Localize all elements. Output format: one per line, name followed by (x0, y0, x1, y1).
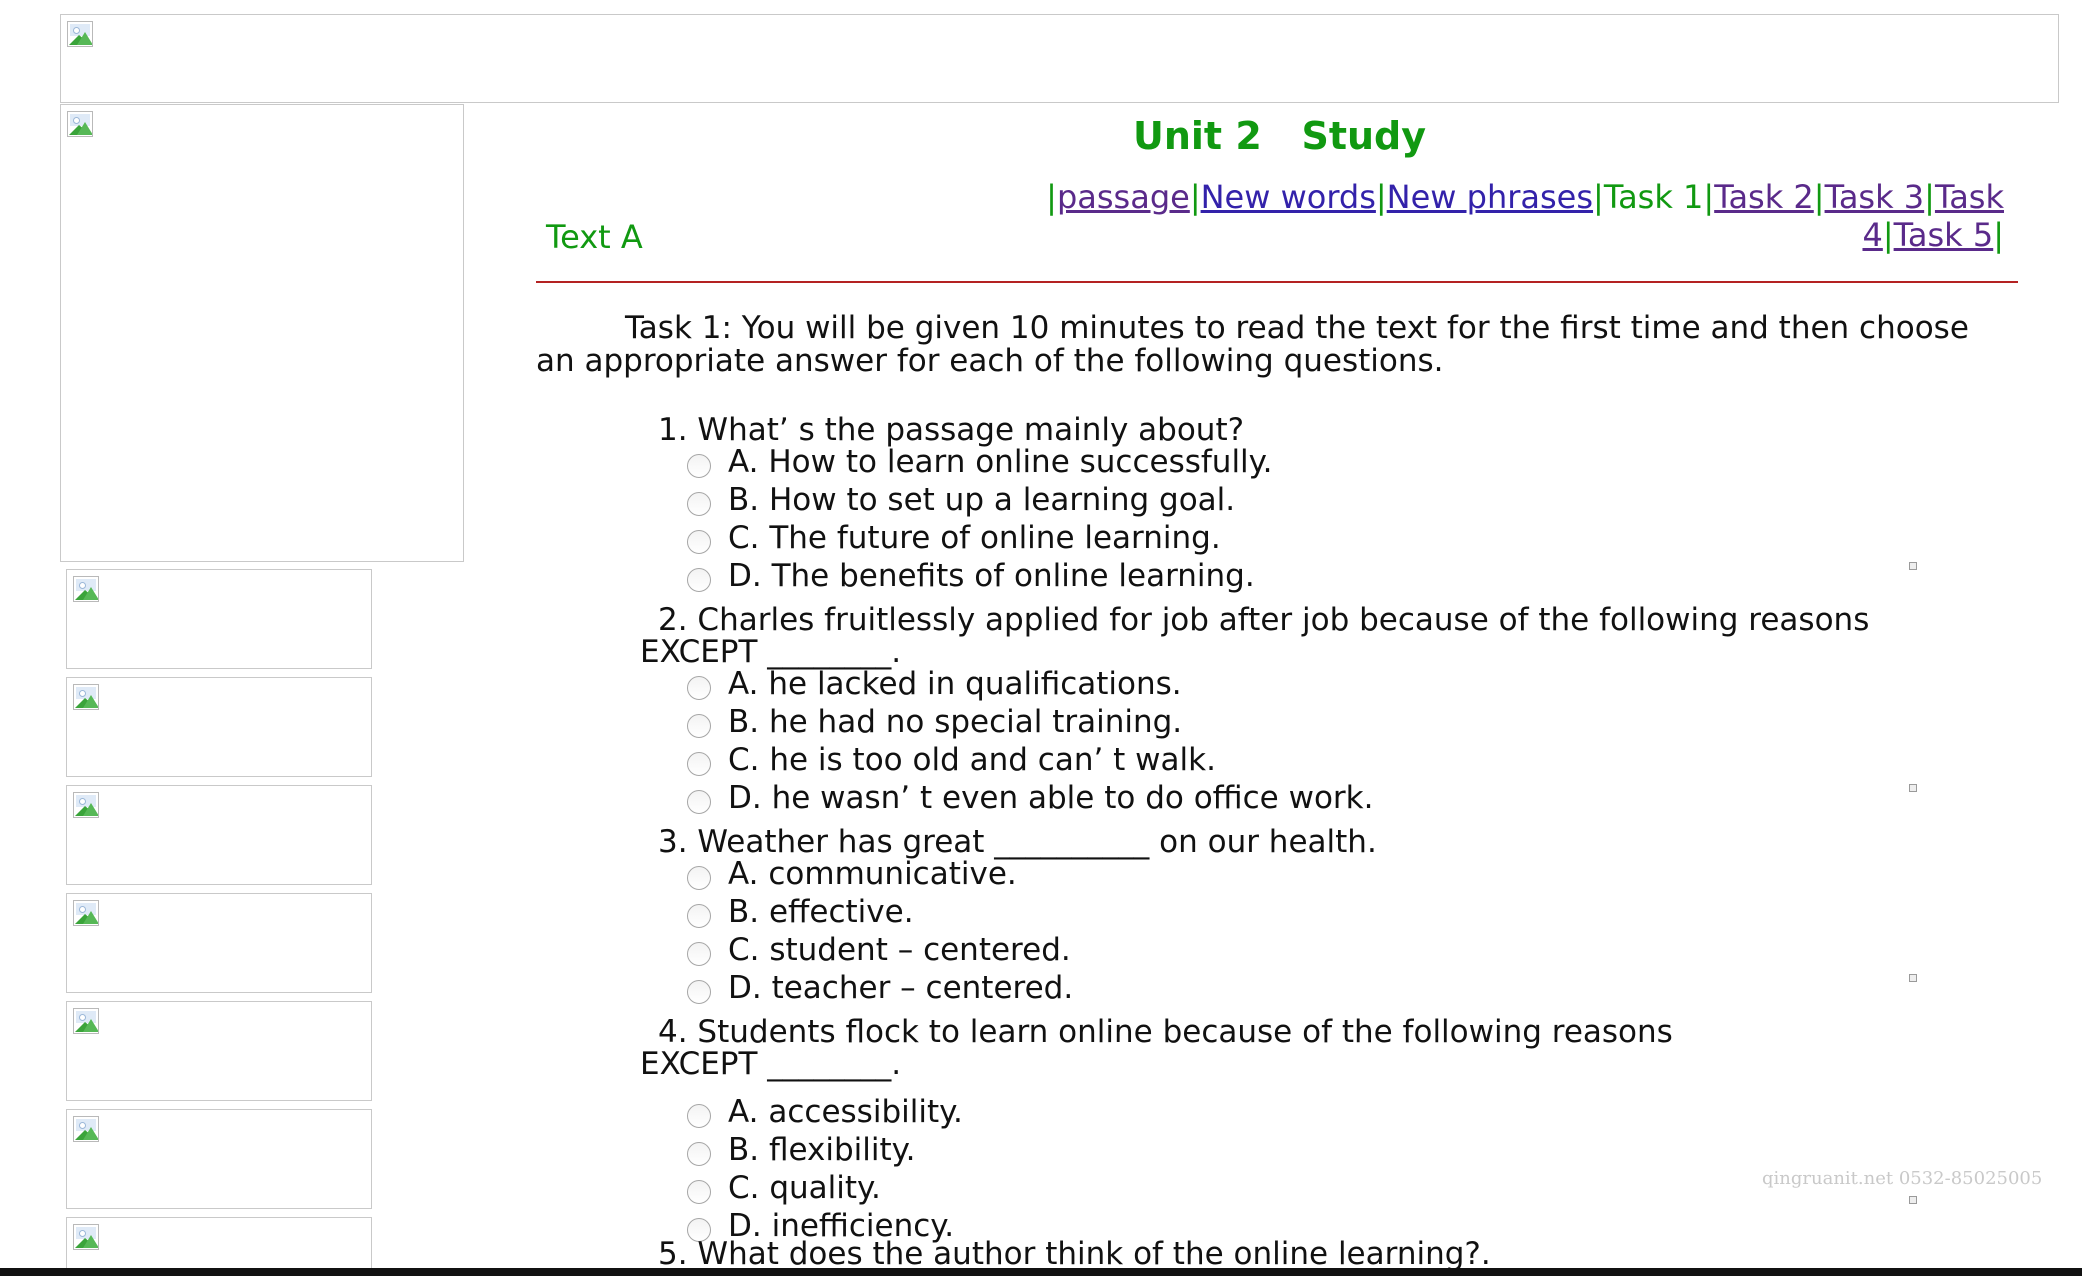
question-text: 3. Weather has great __________ on our h… (658, 824, 1377, 860)
radio-button[interactable] (687, 1142, 711, 1166)
nav-separator: | (1375, 178, 1387, 216)
broken-image-icon (73, 1008, 99, 1034)
nav-link-task-2[interactable]: Task 2 (1714, 178, 1814, 216)
page-title: Unit 2 Study (1133, 114, 1427, 158)
radio-button[interactable] (687, 752, 711, 776)
broken-image-icon (73, 684, 99, 710)
nav-link-task-3[interactable]: Task 3 (1825, 178, 1925, 216)
banner-image (60, 14, 2059, 103)
broken-image-icon (73, 576, 99, 602)
broken-image-icon (73, 792, 99, 818)
task-instructions: Task 1: You will be given 10 minutes to … (536, 310, 1969, 379)
sidebar-nav-image[interactable] (66, 1217, 372, 1269)
option-label: D. The benefits of online learning. (728, 558, 1255, 594)
sidebar-nav-image[interactable] (66, 677, 372, 777)
option-label: D. he wasn’ t even able to do office wor… (728, 780, 1374, 816)
nav-separator: | (1993, 216, 2004, 254)
broken-image-icon (73, 1116, 99, 1142)
sidebar-main-image (60, 104, 464, 562)
radio-button[interactable] (687, 492, 711, 516)
section-nav: |passage|New words|New phrases|Task 1|Ta… (960, 178, 2004, 254)
divider (536, 281, 2018, 283)
radio-button[interactable] (687, 942, 711, 966)
broken-image-icon (1909, 1196, 1917, 1204)
option-label: B. effective. (728, 894, 914, 930)
watermark: qingruanit.net 0532-85025005 (1762, 1168, 2043, 1189)
nav-separator: | (1924, 178, 1935, 216)
radio-button[interactable] (687, 1180, 711, 1204)
sidebar-nav-image[interactable] (66, 1109, 372, 1209)
sidebar-nav-image[interactable] (66, 785, 372, 885)
option-label: A. he lacked in qualifications. (728, 666, 1182, 702)
nav-link-task-5[interactable]: Task 5 (1894, 216, 1994, 254)
radio-button[interactable] (687, 530, 711, 554)
option-label: B. he had no special training. (728, 704, 1183, 740)
sidebar-nav-image[interactable] (66, 1001, 372, 1101)
option-label: A. communicative. (728, 856, 1017, 892)
broken-image-icon (67, 21, 93, 47)
radio-button[interactable] (687, 676, 711, 700)
option-label: C. student – centered. (728, 932, 1071, 968)
question-text: 2. Charles fruitlessly applied for job a… (640, 602, 1880, 670)
radio-button[interactable] (687, 1104, 711, 1128)
nav-separator: | (1703, 178, 1715, 216)
option-label: C. he is too old and can’ t walk. (728, 742, 1216, 778)
nav-separator: | (1813, 178, 1825, 216)
radio-button[interactable] (687, 454, 711, 478)
radio-button[interactable] (687, 790, 711, 814)
nav-separator: | (1593, 178, 1604, 216)
option-label: A. How to learn online successfully. (728, 444, 1273, 480)
nav-link-passage[interactable]: passage (1057, 178, 1190, 216)
section-label: Text A (546, 218, 643, 256)
nav-separator: | (1189, 178, 1201, 216)
option-label: A. accessibility. (728, 1094, 963, 1130)
radio-button[interactable] (687, 714, 711, 738)
option-label: B. How to set up a learning goal. (728, 482, 1236, 518)
radio-button[interactable] (687, 568, 711, 592)
nav-link-new-phrases[interactable]: New phrases (1387, 178, 1593, 216)
option-label: B. flexibility. (728, 1132, 916, 1168)
broken-image-icon (1909, 974, 1917, 982)
broken-image-icon (1909, 784, 1917, 792)
nav-link-new-words[interactable]: New words (1201, 178, 1376, 216)
sidebar-nav-image[interactable] (66, 893, 372, 993)
question-text: 1. What’ s the passage mainly about? (658, 412, 1245, 448)
option-label: D. teacher – centered. (728, 970, 1074, 1006)
broken-image-icon (73, 1224, 99, 1250)
radio-button[interactable] (687, 904, 711, 928)
nav-separator: | (1882, 216, 1894, 254)
radio-button[interactable] (687, 980, 711, 1004)
sidebar-nav-image[interactable] (66, 569, 372, 669)
broken-image-icon (67, 111, 93, 137)
option-label: C. The future of online learning. (728, 520, 1221, 556)
bottom-bar (0, 1268, 2082, 1276)
radio-button[interactable] (687, 866, 711, 890)
question-text: 5. What does the author think of the onl… (658, 1236, 1491, 1272)
broken-image-icon (73, 900, 99, 926)
option-label: C. quality. (728, 1170, 881, 1206)
nav-separator: | (1046, 178, 1057, 216)
broken-image-icon (1909, 562, 1917, 570)
nav-link-task-1: Task 1 (1603, 178, 1704, 216)
question-text: 4. Students flock to learn online becaus… (640, 1014, 1683, 1082)
